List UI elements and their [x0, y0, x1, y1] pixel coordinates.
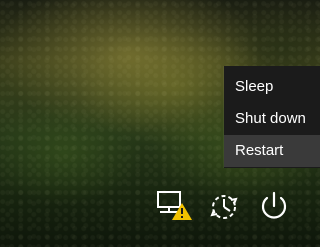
- power-icon[interactable]: [257, 189, 291, 223]
- menu-item-sleep[interactable]: Sleep: [224, 71, 320, 103]
- power-options-menu: Sleep Shut down Restart: [224, 66, 320, 168]
- ease-of-access-icon[interactable]: [208, 190, 244, 224]
- network-warning-icon[interactable]: [156, 189, 192, 223]
- menu-item-shut-down[interactable]: Shut down: [224, 103, 320, 135]
- menu-item-restart[interactable]: Restart: [224, 135, 320, 167]
